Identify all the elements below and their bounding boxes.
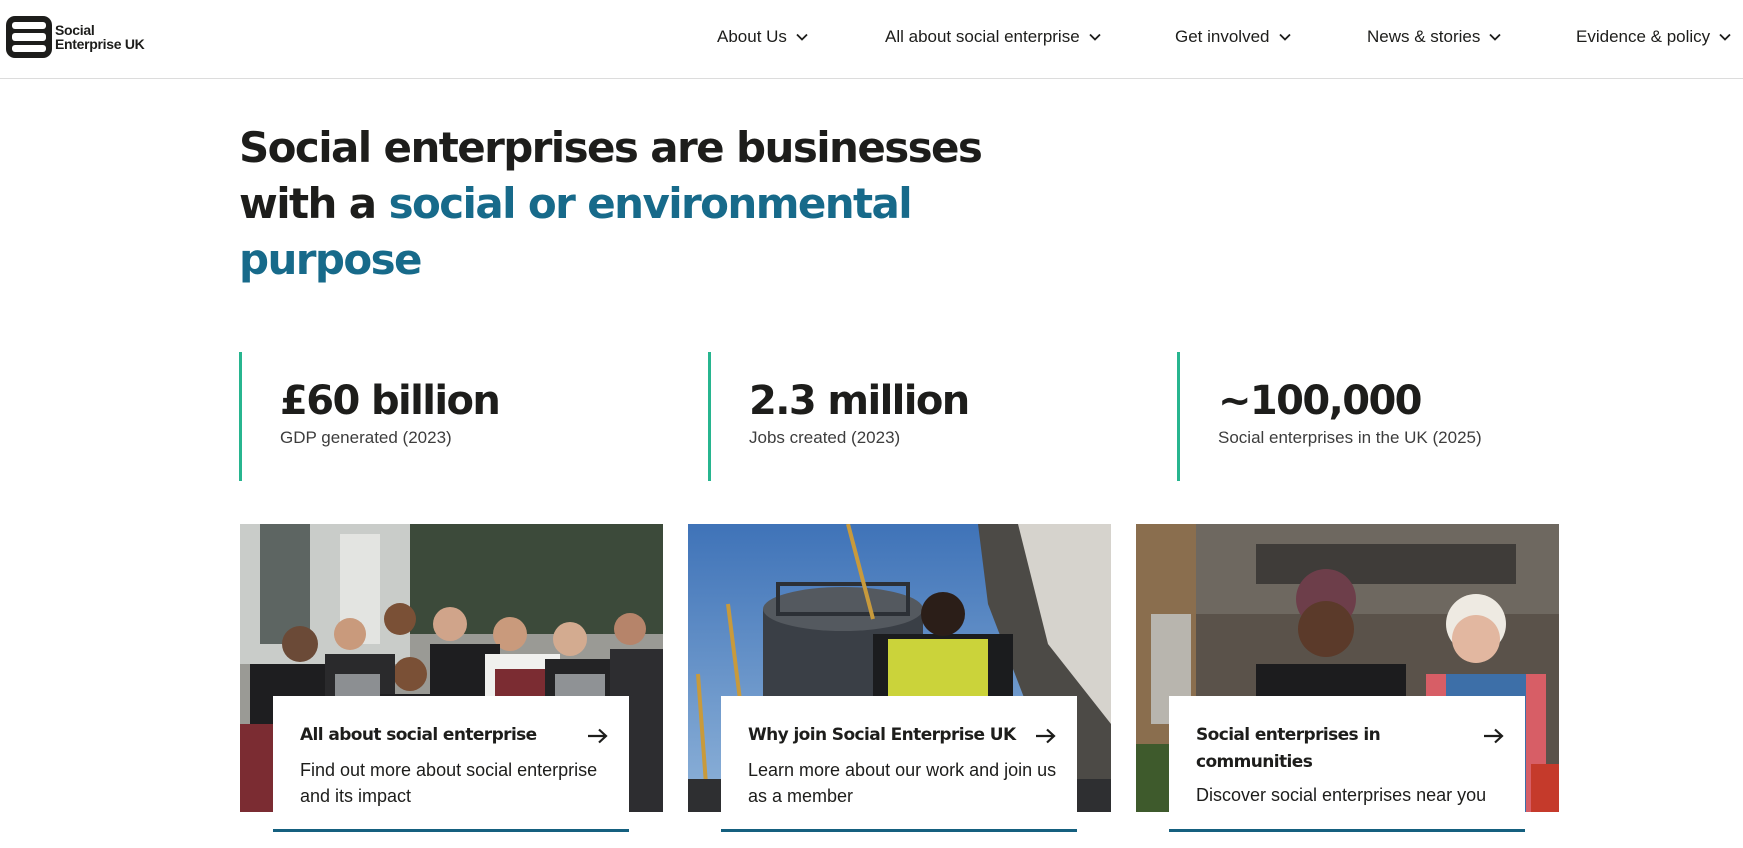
- nav-item-label: News & stories: [1367, 27, 1481, 46]
- card-title: Why join Social Enterprise UK: [748, 725, 1016, 745]
- stat-value: ~100,000: [1218, 378, 1423, 424]
- chevron-down-icon: [1719, 33, 1731, 41]
- arrow-right-icon: [1036, 728, 1056, 744]
- nav-item-all-about-social-enterprise[interactable]: All about social enterprise: [885, 27, 1101, 47]
- card-content: Social enterprises in communities Discov…: [1169, 696, 1525, 832]
- card-why-join[interactable]: Why join Social Enterprise UK Learn more…: [688, 524, 1111, 834]
- chevron-down-icon: [1278, 33, 1291, 41]
- hero-title: Social enterprises are businesses with a…: [239, 120, 999, 288]
- arrow-right-icon: [1484, 728, 1504, 744]
- stat-value: 2.3 million: [749, 378, 970, 424]
- stat-label: GDP generated (2023): [280, 428, 452, 447]
- card-description: Find out more about social enterprise an…: [300, 760, 598, 806]
- card-content: Why join Social Enterprise UK Learn more…: [721, 696, 1077, 832]
- card-title: Social enterprises in communities: [1196, 725, 1381, 772]
- stat-label: Jobs created (2023): [749, 428, 901, 447]
- nav-item-label: About Us: [717, 27, 787, 46]
- stat-label: Social enterprises in the UK (2025): [1218, 428, 1482, 447]
- main-nav: About Us All about social enterprise Get…: [0, 0, 1743, 76]
- card-description: Discover social enterprises near you: [1196, 785, 1487, 805]
- card-description: Learn more about our work and join us as…: [748, 760, 1057, 806]
- nav-item-label: Evidence & policy: [1576, 27, 1711, 46]
- card-all-about-social-enterprise[interactable]: All about social enterprise Find out mor…: [240, 524, 663, 834]
- chevron-down-icon: [796, 33, 808, 41]
- arrow-right-icon: [588, 728, 608, 744]
- chevron-down-icon: [1089, 33, 1101, 41]
- stat-value: £60 billion: [280, 378, 501, 424]
- nav-item-about-us[interactable]: About Us: [717, 27, 808, 47]
- stat-gdp: £60 billion GDP generated (2023): [239, 352, 682, 481]
- nav-item-evidence-policy[interactable]: Evidence & policy: [1576, 27, 1731, 47]
- chevron-down-icon: [1489, 33, 1502, 41]
- card-communities[interactable]: Social enterprises in communities Discov…: [1136, 524, 1559, 834]
- card-title: All about social enterprise: [300, 725, 537, 745]
- nav-item-label: All about social enterprise: [885, 27, 1080, 46]
- nav-item-news-stories[interactable]: News & stories: [1367, 27, 1502, 47]
- nav-item-label: Get involved: [1175, 27, 1270, 46]
- stat-jobs: 2.3 million Jobs created (2023): [708, 352, 1151, 481]
- nav-item-get-involved[interactable]: Get involved: [1175, 27, 1291, 47]
- card-content: All about social enterprise Find out mor…: [273, 696, 629, 832]
- site-header: Social Enterprise UK About Us All about …: [0, 0, 1743, 79]
- stat-enterprises: ~100,000 Social enterprises in the UK (2…: [1177, 352, 1620, 481]
